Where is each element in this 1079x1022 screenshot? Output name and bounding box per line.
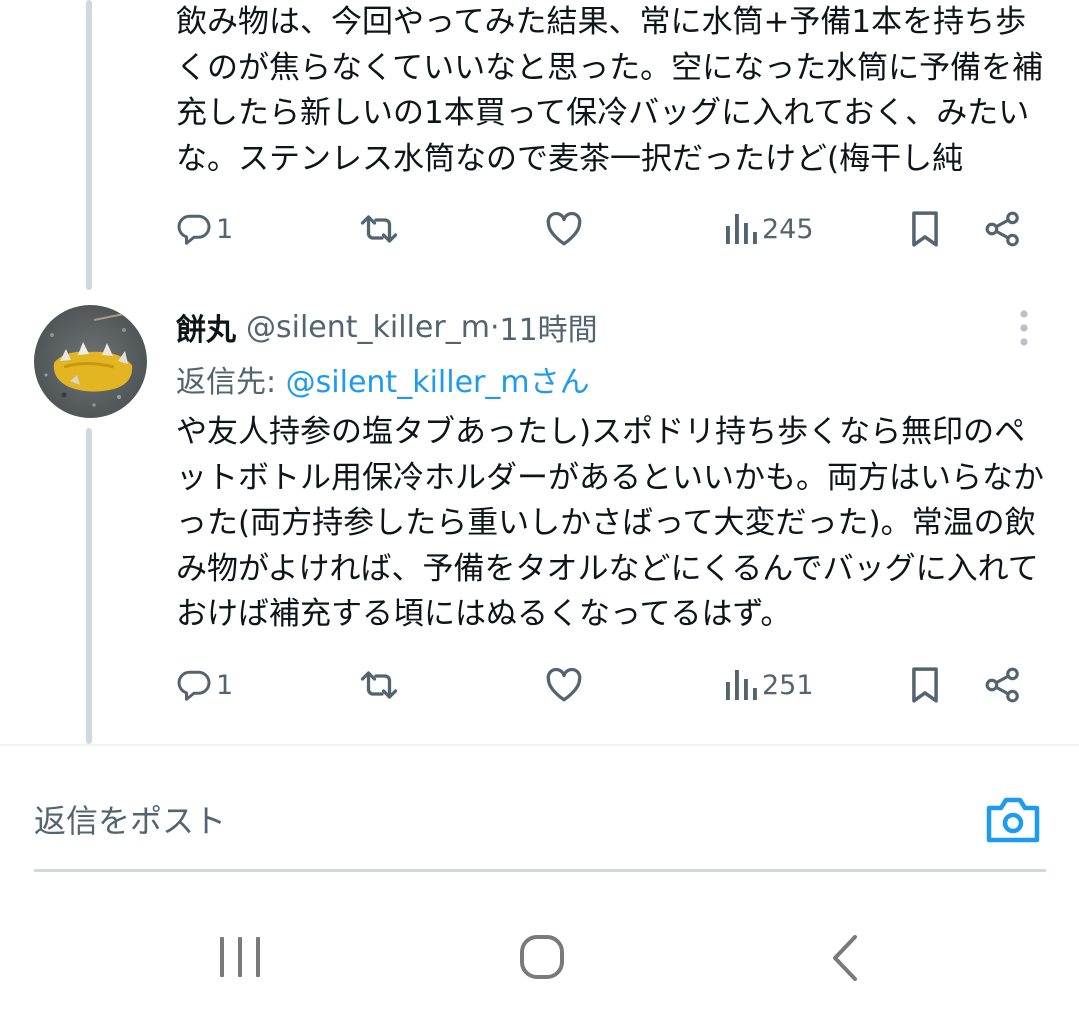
tweet-2-header: 餅丸 @silent_killer_m · 11時間 — [176, 304, 598, 350]
author-name[interactable]: 餅丸 — [176, 305, 236, 349]
camera-icon — [986, 797, 1040, 843]
bookmark-button[interactable] — [908, 204, 942, 254]
views-count: 251 — [762, 669, 814, 701]
bookmark-icon — [912, 667, 938, 703]
reply-icon — [177, 214, 211, 245]
home-button[interactable] — [518, 933, 566, 981]
header-separator: · — [489, 309, 500, 345]
thread-line-bottom — [86, 428, 92, 744]
views-icon — [726, 214, 757, 244]
more-icon — [1020, 310, 1028, 346]
reply-compose-input[interactable]: 返信をポスト — [34, 796, 226, 842]
reply-count: 1 — [216, 213, 234, 245]
tweet-2-actions: 1 251 — [176, 660, 1036, 710]
author-handle[interactable]: @silent_killer_m — [246, 310, 490, 345]
share-button[interactable] — [984, 660, 1022, 710]
views-count: 245 — [762, 213, 814, 245]
views-button[interactable]: 245 — [724, 204, 814, 254]
avatar[interactable] — [34, 305, 147, 418]
like-icon — [546, 211, 582, 246]
share-button[interactable] — [984, 204, 1022, 254]
share-icon — [985, 211, 1019, 247]
composer-divider — [0, 744, 1079, 746]
reply-count: 1 — [216, 669, 234, 701]
views-icon — [726, 670, 757, 700]
tweet-time[interactable]: 11時間 — [499, 305, 597, 349]
thread-line-top — [86, 0, 92, 290]
bookmark-icon — [912, 211, 938, 247]
reply-to-label: 返信先: — [176, 365, 286, 400]
like-button[interactable] — [544, 660, 584, 710]
tweet-1-text: 飲み物は、今回やってみた結果、常に水筒+予備1本を持ち歩 くのが焦らなくていいな… — [176, 4, 1044, 177]
reply-button[interactable]: 1 — [176, 660, 233, 710]
reply-to-mention[interactable]: @silent_killer_mさん — [286, 365, 590, 400]
avatar-image — [34, 305, 147, 418]
like-button[interactable] — [544, 204, 584, 254]
tweet-2-text: や友人持参の塩タブあったし)スポドリ持ち歩くなら無印のペ ットボトル用保冷ホルダ… — [176, 414, 1044, 633]
camera-button[interactable] — [985, 794, 1041, 844]
retweet-icon — [360, 215, 398, 243]
retweet-button[interactable] — [358, 204, 400, 254]
reply-to: 返信先: @silent_killer_mさん — [176, 357, 590, 401]
reply-icon — [177, 670, 211, 701]
retweet-icon — [360, 671, 398, 699]
share-icon — [985, 667, 1019, 703]
like-icon — [546, 667, 582, 702]
retweet-button[interactable] — [358, 660, 400, 710]
compose-underline — [34, 869, 1046, 872]
views-button[interactable]: 251 — [724, 660, 814, 710]
back-button[interactable] — [828, 933, 862, 983]
home-icon — [520, 935, 564, 979]
tweet-1-actions: 1 245 — [176, 204, 1036, 254]
bookmark-button[interactable] — [908, 660, 942, 710]
more-options-button[interactable] — [1010, 308, 1038, 348]
reply-button[interactable]: 1 — [176, 204, 233, 254]
back-icon — [833, 935, 857, 981]
recents-icon — [220, 937, 260, 977]
recents-button[interactable] — [215, 935, 265, 979]
